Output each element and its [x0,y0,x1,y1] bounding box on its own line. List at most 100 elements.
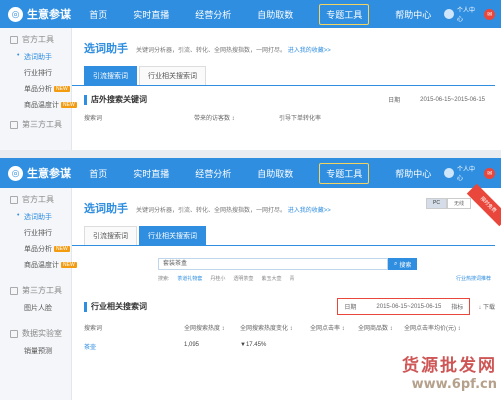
toolbox-icon [10,195,18,204]
download-button[interactable]: ↓ 下载 [478,302,495,311]
tab-bar: 引流搜索词 行业相关搜索词 [72,56,495,86]
nav-live[interactable]: 实时直播 [120,158,182,188]
nav-home[interactable]: 首页 [76,0,120,28]
nav-help[interactable]: 帮助中心 [382,158,444,188]
sidebar-item-word-helper[interactable]: 选词助手 [0,209,71,225]
user-center-label: 个人中心 [457,8,476,23]
favorites-link[interactable]: 进入我的收藏>> [288,48,331,54]
table-header: 搜索词 全网搜索热度 ↕ 全网搜索热度变化 ↕ 全网点击率 ↕ 全网商品数 ↕ … [72,315,501,332]
row-keyword[interactable]: 茶壶 [84,342,184,351]
device-wireless[interactable]: 无线 [446,198,471,209]
nav-self-fetch[interactable]: 自助取数 [244,158,306,188]
sidebar-item-thermometer[interactable]: 商品温度计 NEW [0,97,77,113]
page-description: 关键词分析器，引流、转化、全网热搜指数，一网打尽。 进入我的收藏>> [136,48,331,54]
column-avg-price[interactable]: 全网点击率均价(元) ↕ [404,323,461,332]
column-keyword: 搜索词 [84,326,103,332]
date-picker[interactable]: 日期 2015-06-15~2015-06-15 指标 [337,298,471,315]
top-navbar: ◎ 生意参谋 首页 实时直播 经营分析 自助取数 专题工具 帮助中心 个人中心 … [0,158,501,188]
user-area[interactable]: 个人中心 ✉ [444,5,501,23]
hot-keyword[interactable]: 紫玉大壶 [261,275,281,282]
tab-industry-keywords[interactable]: 行业相关搜索词 [139,66,206,85]
date-range: 2015-06-15~2015-06-15 [420,96,485,103]
section-title: 行业相关搜索词 [91,302,147,311]
page-title: 选词助手 [84,43,128,55]
device-pc[interactable]: PC [426,198,447,209]
tab-industry-keywords[interactable]: 行业相关搜索词 [139,226,206,245]
tab-traffic-keywords[interactable]: 引流搜索词 [84,66,137,85]
sidebar-group-official: 官方工具 [0,28,71,49]
page-title: 选词助手 [84,203,128,215]
logo[interactable]: ◎ 生意参谋 [0,6,76,22]
nav-home[interactable]: 首页 [76,158,120,188]
watermark-text: 货源批发网 [402,356,497,377]
watermark: 货源批发网 www.6pf.cn [402,355,497,394]
download-icon: ↓ [478,305,482,311]
screenshot-top: ◎ 生意参谋 首页 实时直播 经营分析 自助取数 专题工具 帮助中心 个人中心 … [0,0,501,150]
nav-live[interactable]: 实时直播 [120,0,182,28]
avatar [444,168,455,178]
row-heat-change: ▼17.45% [240,342,267,348]
sidebar-group-official: 官方工具 [0,188,71,209]
watermark-url: www.6pf.cn [411,377,497,393]
metric-selector[interactable]: 指标 [451,302,463,311]
sidebar-item-industry-rank[interactable]: 行业排行 [0,65,71,81]
user-area[interactable]: 个人中心 ✉ [444,164,501,182]
section-marker [84,301,87,312]
favorites-link[interactable]: 进入我的收藏>> [288,208,331,214]
device-toggle: PC 无线 [426,198,471,209]
nav-special-tools[interactable]: 专题工具 [306,0,382,28]
table-header: 搜索词 带来的访客数 ↕ 引导下单转化率 [72,105,501,122]
hot-keyword[interactable]: 青 [289,275,294,282]
toolbox-icon [10,35,18,44]
nav-help[interactable]: 帮助中心 [382,0,444,28]
logo-text: 生意参谋 [27,168,71,180]
page-description: 关键词分析器，引流、转化、全网热搜指数，一网打尽。 进入我的收藏>> [136,208,331,214]
column-heat-change[interactable]: 全网搜索热度变化 ↕ [240,323,310,332]
column-conversion: 引导下单转化率 [279,116,322,122]
sidebar-item-industry-rank[interactable]: 行业排行 [0,225,71,241]
sidebar-item-word-helper[interactable]: 选词助手 [0,49,71,65]
nav-analysis[interactable]: 经营分析 [182,158,244,188]
sidebar-group-data-lab: 数据实验室 [0,316,71,343]
hot-keyword[interactable]: 丹桂小 [210,275,225,282]
sidebar: 官方工具 选词助手 行业排行 单品分析NEW 商品温度计NEW 第三方工具 [0,28,77,150]
column-ctr[interactable]: 全网点击率 ↕ [310,323,358,332]
section-marker [84,94,87,105]
nav-special-tools[interactable]: 专题工具 [306,158,382,188]
sidebar-item-item-analysis[interactable]: 单品分析 NEW [0,241,71,257]
hot-recommend-link[interactable]: 行业热搜词推荐 [456,275,491,282]
table-row: 茶壶 1,095 ▼17.45% [72,332,501,351]
column-item-count[interactable]: 全网商品数 ↕ [358,323,404,332]
tab-bar: 引流搜索词 行业相关搜索词 [72,216,495,246]
nav-self-fetch[interactable]: 自助取数 [244,0,306,28]
row-heat: 1,095 [184,342,200,348]
column-visitors[interactable]: 带来的访客数 ↕ [194,113,279,122]
avatar [444,9,455,19]
plugin-icon [10,286,18,295]
logo[interactable]: ◎ 生意参谋 [0,165,76,181]
nav-analysis[interactable]: 经营分析 [182,0,244,28]
hot-keyword[interactable]: 茶道礼物套 [177,275,202,282]
hot-keyword[interactable]: 透明茶壶 [233,275,253,282]
sidebar-item-sales-forecast[interactable]: 销量预测 [0,343,71,359]
user-center-label: 个人中心 [457,167,476,182]
sidebar-item-thermometer[interactable]: 商品温度计 NEW [0,257,77,273]
search-button[interactable]: ⌕ 搜索 [388,258,418,270]
column-heat[interactable]: 全网搜索热度 ↕ [184,323,240,332]
sidebar-item-face-image[interactable]: 图片人脸 [0,300,71,316]
new-badge: NEW [54,246,70,253]
keyword-search-input[interactable]: 套装茶盒 [158,258,388,270]
sidebar-group-third-party: 第三方工具 [0,273,71,300]
notification-icon[interactable]: ✉ [484,167,495,179]
date-range: 2015-06-15~2015-06-15 [376,303,442,310]
date-picker[interactable]: 日期 2015-06-15~2015-06-15 [388,95,495,105]
notification-icon[interactable]: ✉ [484,8,495,20]
logo-icon: ◎ [8,165,23,181]
logo-icon: ◎ [8,6,23,22]
sidebar-item-item-analysis[interactable]: 单品分析 NEW [0,81,71,97]
sidebar: 官方工具 选词助手 行业排行 单品分析NEW 商品温度计NEW 第三方工具 图片… [0,188,77,400]
section-title: 店外搜索关键词 [91,95,147,104]
flask-icon [10,329,18,338]
hot-keywords: 搜索: 茶道礼物套 丹桂小 透明茶壶 紫玉大壶 青 行业热搜词推荐 [158,275,491,282]
tab-traffic-keywords[interactable]: 引流搜索词 [84,226,137,245]
